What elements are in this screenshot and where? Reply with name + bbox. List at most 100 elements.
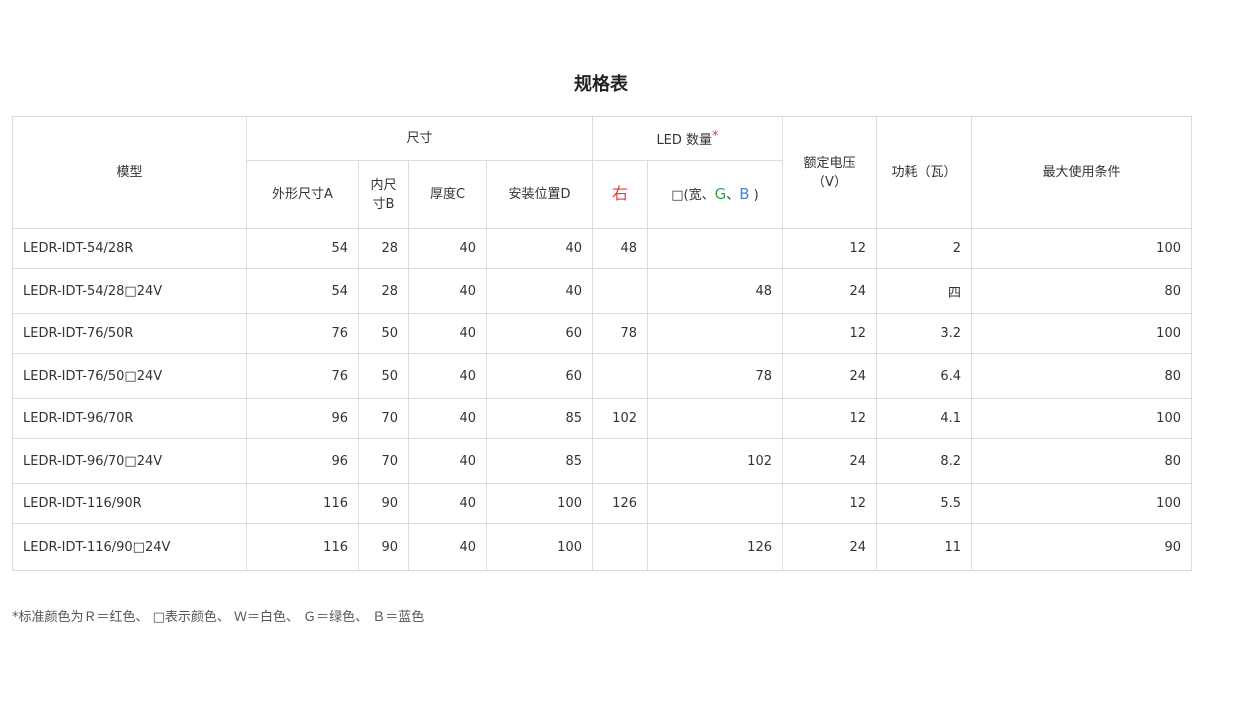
spec-table: 模型 尺寸 LED 数量* 额定电压 （V） 功耗（瓦） 最大使用条件 外形尺寸A… [12,116,1192,571]
voltage-line2: （V） [812,174,847,190]
cell-led-other [647,483,783,524]
cell-outer-size: 54 [246,228,359,269]
table-row: LEDR-IDT-116/90□24V 116 90 40 100 126 24 11 90 [12,523,1192,571]
cell-max-cond: 100 [971,313,1192,354]
cell-thickness: 40 [408,398,487,439]
cell-power: 2 [876,228,972,269]
cell-led-other [647,313,783,354]
header-model: 模型 [12,116,247,229]
cell-mount-pos: 60 [486,353,593,399]
cell-power: 4.1 [876,398,972,439]
header-max-cond: 最大使用条件 [971,116,1192,229]
cell-model: LEDR-IDT-76/50R [12,313,247,354]
cell-max-cond: 100 [971,228,1192,269]
cell-led-other: 126 [647,523,783,571]
header-inner-size: 内尺寸B [358,160,409,229]
cell-thickness: 40 [408,268,487,314]
header-size-group: 尺寸 [246,116,593,161]
led-close: ) [753,187,759,203]
cell-outer-size: 54 [246,268,359,314]
cell-model: LEDR-IDT-76/50□24V [12,353,247,399]
cell-voltage: 12 [782,313,877,354]
inner-size-line2: 寸B [372,196,395,212]
cell-voltage: 12 [782,228,877,269]
cell-inner-size: 50 [358,353,409,399]
cell-voltage: 12 [782,483,877,524]
cell-model: LEDR-IDT-96/70R [12,398,247,439]
page-title: 规格表 [574,74,628,95]
cell-model: LEDR-IDT-116/90□24V [12,523,247,571]
cell-led-red: 102 [592,398,648,439]
asterisk-mark: * [712,129,719,144]
table-row: LEDR-IDT-54/28R 54 28 40 40 48 12 2 100 [12,228,1192,269]
cell-voltage: 24 [782,353,877,399]
cell-led-red [592,353,648,399]
cell-inner-size: 50 [358,313,409,354]
inner-size-line1: 内尺 [370,177,397,193]
cell-max-cond: 100 [971,483,1192,524]
cell-led-red [592,523,648,571]
led-sep: 、 [726,187,740,203]
cell-mount-pos: 40 [486,228,593,269]
cell-thickness: 40 [408,483,487,524]
cell-voltage: 12 [782,398,877,439]
cell-led-red: 48 [592,228,648,269]
table-row: LEDR-IDT-116/90R 116 90 40 100 126 12 5.5 100 [12,483,1192,524]
cell-power: 8.2 [876,438,972,484]
cell-led-red: 78 [592,313,648,354]
cell-mount-pos: 85 [486,398,593,439]
cell-mount-pos: 100 [486,523,593,571]
cell-model: LEDR-IDT-54/28R [12,228,247,269]
cell-inner-size: 28 [358,268,409,314]
cell-outer-size: 116 [246,483,359,524]
cell-max-cond: 80 [971,438,1192,484]
cell-led-other [647,228,783,269]
cell-outer-size: 76 [246,353,359,399]
header-led-other: □(宽、G、B ) [647,160,783,229]
led-group-label: LED 数量 [656,133,713,148]
cell-inner-size: 28 [358,228,409,269]
cell-led-other: 48 [647,268,783,314]
led-red-label: 右 [611,184,628,203]
cell-mount-pos: 40 [486,268,593,314]
cell-thickness: 40 [408,353,487,399]
cell-mount-pos: 100 [486,483,593,524]
cell-led-red: 126 [592,483,648,524]
cell-power: 3.2 [876,313,972,354]
header-led-red: 右 [592,160,648,229]
cell-max-cond: 100 [971,398,1192,439]
header-mount-pos: 安装位置D [486,160,593,229]
cell-power: 6.4 [876,353,972,399]
cell-mount-pos: 85 [486,438,593,484]
cell-mount-pos: 60 [486,313,593,354]
table-row: LEDR-IDT-54/28□24V 54 28 40 40 48 24 四 80 [12,268,1192,314]
led-other-prefix: □(宽、 [671,187,715,203]
cell-model: LEDR-IDT-96/70□24V [12,438,247,484]
cell-outer-size: 116 [246,523,359,571]
cell-voltage: 24 [782,268,877,314]
cell-inner-size: 70 [358,438,409,484]
header-thickness: 厚度C [408,160,487,229]
header-voltage: 额定电压 （V） [782,116,877,229]
header-row-1: 模型 尺寸 LED 数量* 额定电压 （V） 功耗（瓦） 最大使用条件 [12,116,1192,229]
voltage-line1: 额定电压 [803,155,856,171]
cell-max-cond: 80 [971,353,1192,399]
cell-outer-size: 76 [246,313,359,354]
cell-power: 5.5 [876,483,972,524]
cell-thickness: 40 [408,228,487,269]
header-outer-size: 外形尺寸A [246,160,359,229]
cell-inner-size: 90 [358,523,409,571]
cell-outer-size: 96 [246,398,359,439]
cell-voltage: 24 [782,523,877,571]
cell-voltage: 24 [782,438,877,484]
cell-inner-size: 70 [358,398,409,439]
cell-max-cond: 80 [971,268,1192,314]
cell-thickness: 40 [408,313,487,354]
cell-led-other [647,398,783,439]
table-row: LEDR-IDT-76/50□24V 76 50 40 60 78 24 6.4 80 [12,353,1192,399]
cell-thickness: 40 [408,438,487,484]
cell-power: 四 [876,268,972,314]
header-power: 功耗（瓦） [876,116,972,229]
cell-model: LEDR-IDT-116/90R [12,483,247,524]
led-g-label: G [714,184,727,203]
